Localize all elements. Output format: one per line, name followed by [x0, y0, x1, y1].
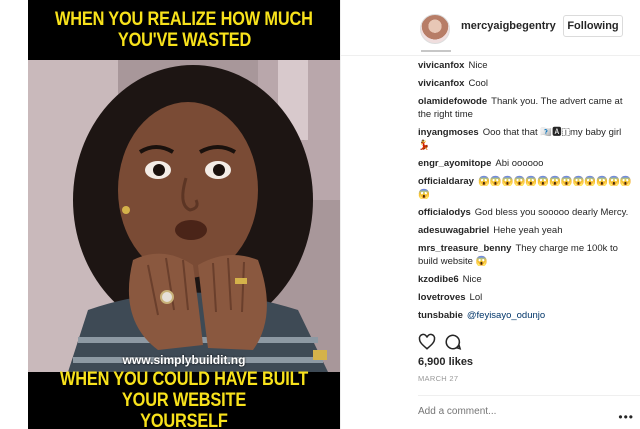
- comment-username[interactable]: mrs_treasure_benny: [418, 243, 511, 254]
- comment-item: inyangmoses Ooo that that 🇮🇽🅰🇮my baby gir…: [418, 126, 633, 152]
- meme-top-caption: WHEN YOU REALIZE HOW MUCH YOU'VE WASTED: [28, 0, 340, 60]
- comment-username[interactable]: lovetroves: [418, 292, 466, 303]
- comment-text: Nice: [462, 274, 482, 285]
- comment-username[interactable]: vivicanfox: [418, 78, 464, 89]
- comment-item: adesuwagabriel Hehe yeah yeah: [418, 224, 633, 237]
- comment-item: officialdaray 😱😱😱😱😱😱😱😱😱😱😱😱😱😱: [418, 175, 633, 201]
- comment-item: engr_ayomitope Abi oooooo: [418, 157, 633, 170]
- comment-username[interactable]: officialdaray: [418, 176, 474, 187]
- comment-item: mrs_treasure_benny They charge me 100k to…: [418, 242, 633, 268]
- more-options-icon[interactable]: •••: [618, 410, 634, 424]
- comment-text: Abi oooooo: [495, 158, 544, 169]
- comment-item: olamidefowode Thank you. The advert came …: [418, 95, 633, 121]
- comment-text: Cool: [468, 78, 489, 89]
- following-button[interactable]: Following: [563, 15, 623, 37]
- add-comment-input[interactable]: [418, 406, 608, 417]
- meme-bottom-line-2: YOURSELF: [140, 411, 228, 429]
- woman-photo-illustration: [28, 60, 340, 372]
- avatar[interactable]: [420, 14, 450, 44]
- scroll-fade-indicator: [421, 50, 451, 52]
- comment-item: lovetroves Lol: [418, 291, 633, 304]
- post-side-panel: mercyaigbegentry Following vivicanfox Nic…: [340, 0, 640, 429]
- heart-icon[interactable]: [418, 333, 436, 351]
- meme-top-line-2: YOU'VE WASTED: [117, 30, 251, 51]
- comment-username[interactable]: tunsbabie: [418, 310, 463, 321]
- comment-username[interactable]: olamidefowode: [418, 96, 487, 107]
- comment-text: Hehe yeah yeah: [493, 225, 563, 236]
- meme-top-line-1: WHEN YOU REALIZE HOW MUCH: [55, 9, 313, 30]
- post-actions: [418, 333, 633, 353]
- likes-count[interactable]: 6,900 likes: [418, 356, 473, 368]
- comment-text: Lol: [469, 292, 483, 303]
- comment-username[interactable]: adesuwagabriel: [418, 225, 489, 236]
- comment-item: kzodibe6 Nice: [418, 273, 633, 286]
- post-image[interactable]: WHEN YOU REALIZE HOW MUCH YOU'VE WASTED: [28, 0, 340, 429]
- comment-text[interactable]: @feyisayo_odunjo: [467, 310, 545, 321]
- meme-bottom-line-1: WHEN YOU COULD HAVE BUILT YOUR WEBSITE: [59, 369, 309, 411]
- comment-item: vivicanfox Nice: [418, 59, 633, 72]
- comment-username[interactable]: inyangmoses: [418, 127, 479, 138]
- post-header: mercyaigbegentry Following: [341, 0, 640, 56]
- post-date: MARCH 27: [418, 374, 459, 383]
- meme-watermark: www.simplybuildit.ng: [122, 353, 246, 367]
- comment-username[interactable]: officialodys: [418, 207, 471, 218]
- comment-icon[interactable]: [444, 333, 462, 351]
- left-gutter: [0, 0, 28, 429]
- comment-username[interactable]: engr_ayomitope: [418, 158, 491, 169]
- comment-text: Nice: [468, 60, 488, 71]
- add-comment-row: •••: [418, 395, 640, 429]
- meme-photo: www.simplybuildit.ng: [28, 60, 340, 372]
- comments-list[interactable]: vivicanfox Nice vivicanfox Cool olamidefowod…: [418, 59, 633, 327]
- comment-item: tunsbabie @feyisayo_odunjo: [418, 309, 633, 322]
- comment-username[interactable]: vivicanfox: [418, 60, 464, 71]
- comment-username[interactable]: kzodibe6: [418, 274, 459, 285]
- comment-item: vivicanfox Cool: [418, 77, 633, 90]
- meme-bottom-caption: WHEN YOU COULD HAVE BUILT YOUR WEBSITE Y…: [28, 369, 340, 429]
- comment-text: God bless you sooooo dearly Mercy.: [474, 207, 629, 218]
- comment-item: officialodys God bless you sooooo dearly …: [418, 206, 633, 219]
- post-username[interactable]: mercyaigbegentry: [461, 20, 556, 32]
